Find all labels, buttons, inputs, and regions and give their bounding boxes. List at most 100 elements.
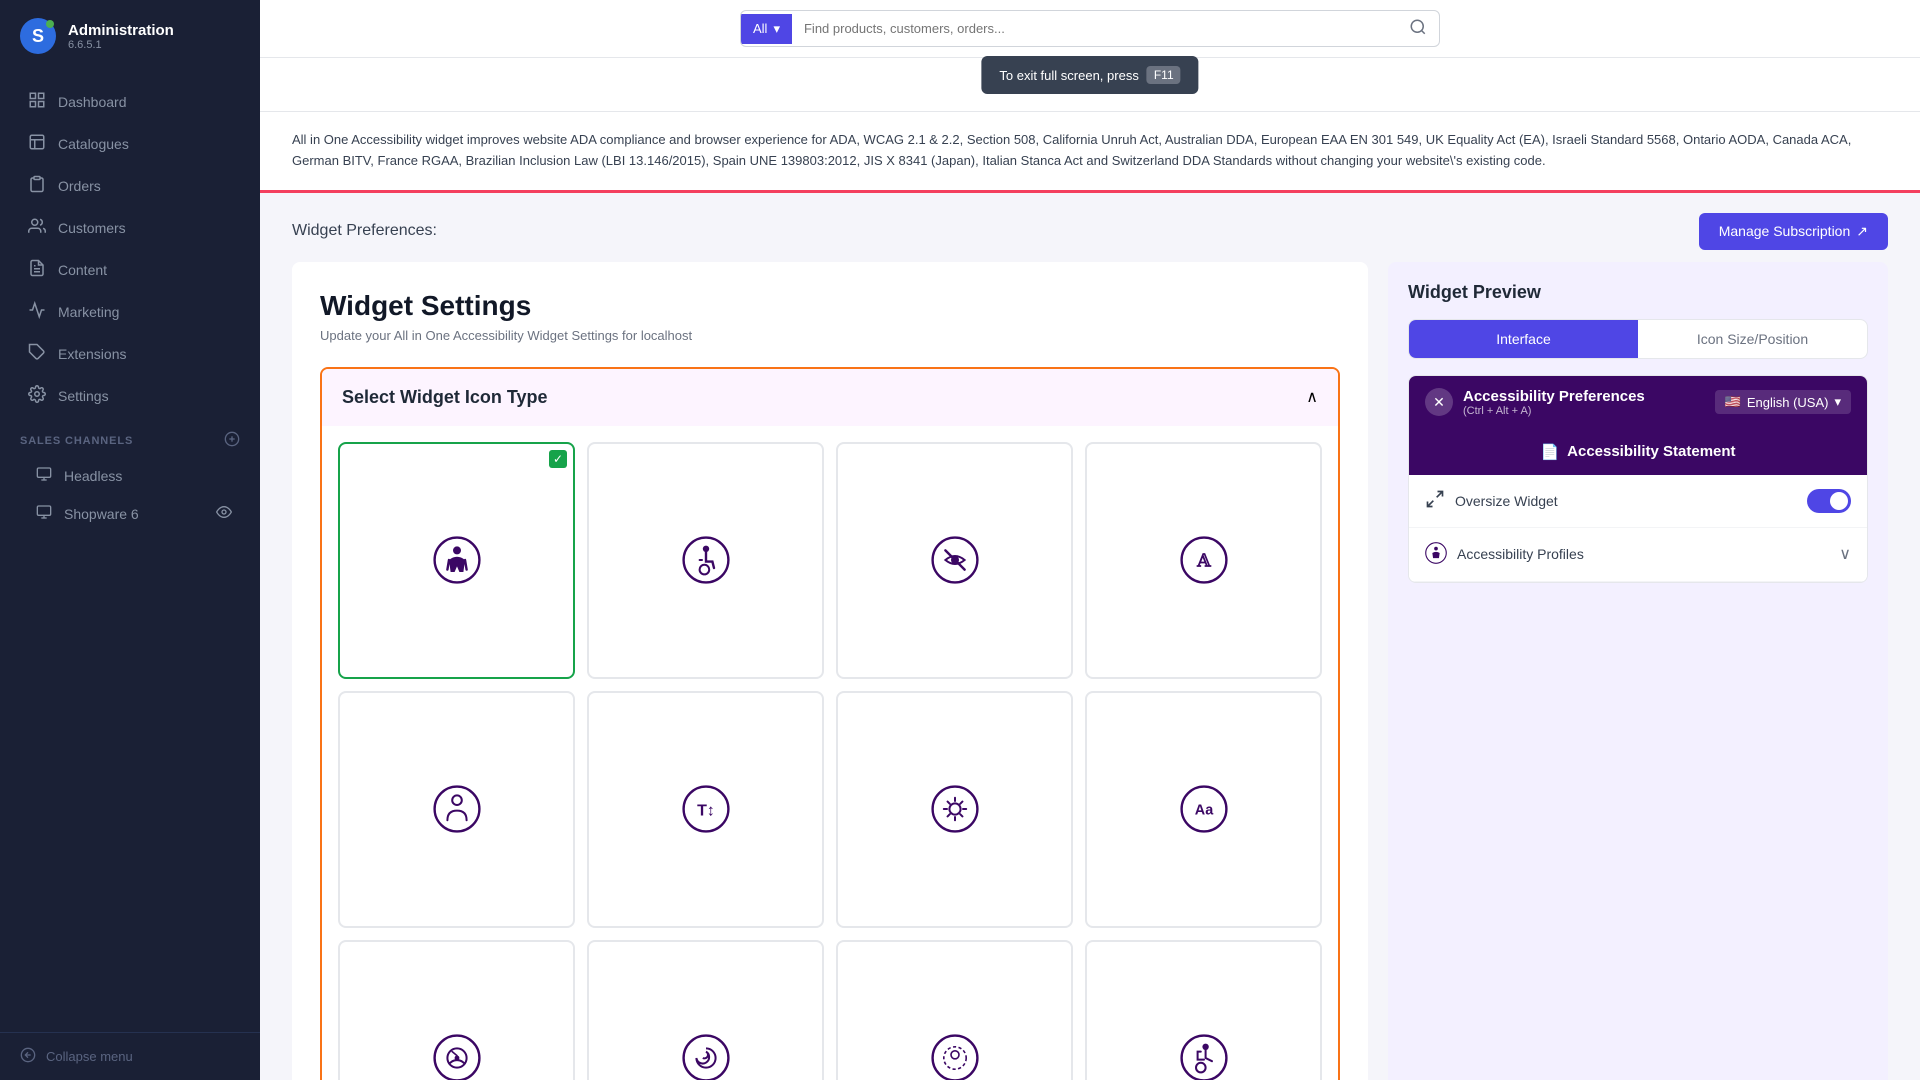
lang-label: English (USA) <box>1747 395 1829 410</box>
sidebar-item-catalogues[interactable]: Catalogues <box>8 123 252 164</box>
sidebar-item-label: Orders <box>58 178 101 194</box>
customers-icon <box>28 217 46 238</box>
sidebar-item-label: Content <box>58 262 107 278</box>
icon-option-8[interactable]: Aa <box>1085 691 1322 928</box>
search-bar: All ▾ <box>740 10 1440 47</box>
icon-option-9[interactable] <box>338 940 575 1080</box>
page-description: All in One Accessibility widget improves… <box>260 112 1920 193</box>
settings-icon <box>28 385 46 406</box>
add-sales-channel-icon[interactable] <box>224 431 240 450</box>
a11y-panel-header: ✕ Accessibility Preferences (Ctrl + Alt … <box>1409 376 1867 429</box>
sidebar-item-extensions[interactable]: Extensions <box>8 333 252 374</box>
icon-option-6[interactable]: T↕ <box>587 691 824 928</box>
app-name: Administration <box>68 22 174 39</box>
sidebar-item-label: Extensions <box>58 346 126 362</box>
headless-icon <box>36 466 52 485</box>
a11y-panel-title: Accessibility Preferences <box>1463 388 1645 405</box>
shopware-eye-icon <box>216 504 232 523</box>
widget-settings-card: Widget Settings Update your All in One A… <box>292 262 1368 1080</box>
icon-option-1[interactable]: ✓ <box>338 442 575 679</box>
sidebar-item-customers[interactable]: Customers <box>8 207 252 248</box>
icon-option-12[interactable] <box>1085 940 1322 1080</box>
sidebar-item-label: Marketing <box>58 304 119 320</box>
icon-grid: ✓ <box>338 442 1322 1080</box>
manage-subscription-label: Manage Subscription <box>1719 223 1851 239</box>
search-filter-button[interactable]: All ▾ <box>741 14 792 44</box>
sidebar-item-marketing[interactable]: Marketing <box>8 291 252 332</box>
lang-chevron-icon: ▾ <box>1834 394 1841 410</box>
chevron-down-icon: ▾ <box>773 21 780 37</box>
topbar: All ▾ To exit full screen, press F11 <box>260 0 1920 58</box>
external-link-icon: ↗ <box>1856 223 1868 240</box>
sidebar-item-content[interactable]: Content <box>8 249 252 290</box>
accordion-chevron-icon: ∧ <box>1306 387 1318 407</box>
preview-tabs: Interface Icon Size/Position <box>1408 319 1868 359</box>
shopware-icon <box>36 504 52 523</box>
search-submit-button[interactable] <box>1397 11 1439 46</box>
a11y-panel-shortcut: (Ctrl + Alt + A) <box>1463 405 1645 417</box>
tab-interface[interactable]: Interface <box>1409 320 1638 358</box>
svg-text:Aa: Aa <box>1194 803 1213 819</box>
sidebar-item-dashboard[interactable]: Dashboard <box>8 81 252 122</box>
sidebar-item-label: Headless <box>64 468 122 484</box>
accordion-header[interactable]: Select Widget Icon Type ∧ <box>322 369 1338 426</box>
sidebar-item-shopware6[interactable]: Shopware 6 <box>8 495 252 532</box>
a11y-close-button[interactable]: ✕ <box>1425 388 1453 416</box>
app-version: 6.6.5.1 <box>68 39 174 51</box>
main-area: All ▾ To exit full screen, press F11 All… <box>260 0 1920 1080</box>
icon-option-5[interactable] <box>338 691 575 928</box>
widget-settings-title: Widget Settings <box>320 290 1340 322</box>
catalogues-icon <box>28 133 46 154</box>
content-icon <box>28 259 46 280</box>
oversize-icon <box>1425 489 1445 512</box>
accessibility-statement-button[interactable]: 📄 Accessibility Statement <box>1409 429 1867 475</box>
tooltip-text: To exit full screen, press <box>999 68 1138 83</box>
sidebar-item-orders[interactable]: Orders <box>8 165 252 206</box>
sidebar-item-label: Catalogues <box>58 136 129 152</box>
oversize-widget-toggle[interactable] <box>1807 489 1851 513</box>
language-selector[interactable]: 🇺🇸 English (USA) ▾ <box>1715 390 1851 414</box>
filter-label: All <box>753 21 767 36</box>
tab-icon-size-position[interactable]: Icon Size/Position <box>1638 320 1867 358</box>
widget-preferences-label: Widget Preferences: <box>292 222 437 240</box>
statement-doc-icon: 📄 <box>1540 443 1559 461</box>
widget-settings-subtitle: Update your All in One Accessibility Wid… <box>320 328 1340 343</box>
content-area: All in One Accessibility All in One Acce… <box>260 58 1920 1080</box>
sidebar-item-headless[interactable]: Headless <box>8 457 252 494</box>
orders-icon <box>28 175 46 196</box>
accessibility-profiles-label: Accessibility Profiles <box>1425 542 1584 567</box>
widget-preview-title: Widget Preview <box>1408 282 1868 303</box>
flag-icon: 🇺🇸 <box>1725 394 1741 410</box>
statement-label: Accessibility Statement <box>1567 443 1735 460</box>
sidebar-header: S Administration 6.6.5.1 <box>0 0 260 72</box>
svg-text:T↕: T↕ <box>697 802 715 819</box>
sidebar-item-settings[interactable]: Settings <box>8 375 252 416</box>
collapse-icon <box>20 1047 36 1066</box>
search-input[interactable] <box>792 14 1397 43</box>
icon-option-3[interactable] <box>836 442 1073 679</box>
icon-type-accordion: Select Widget Icon Type ∧ ✓ <box>320 367 1340 1080</box>
sidebar-nav: Dashboard Catalogues Orders Customers <box>0 72 260 1032</box>
oversize-widget-row: Oversize Widget <box>1409 475 1867 528</box>
icon-option-10[interactable] <box>587 940 824 1080</box>
widget-preview-card: Widget Preview Interface Icon Size/Posit… <box>1388 262 1888 1080</box>
sidebar-item-label: Dashboard <box>58 94 127 110</box>
svg-text:𝔸: 𝔸 <box>1196 550 1212 570</box>
manage-subscription-button[interactable]: Manage Subscription ↗ <box>1699 213 1888 250</box>
tooltip-key: F11 <box>1147 66 1181 84</box>
profiles-chevron-icon[interactable]: ∨ <box>1839 544 1851 564</box>
icon-option-11[interactable] <box>836 940 1073 1080</box>
dashboard-icon <box>28 91 46 112</box>
selected-checkmark: ✓ <box>549 450 567 468</box>
accessibility-panel: ✕ Accessibility Preferences (Ctrl + Alt … <box>1408 375 1868 583</box>
accordion-body: ✓ <box>322 426 1338 1080</box>
a11y-panel-title-block: Accessibility Preferences (Ctrl + Alt + … <box>1463 388 1645 417</box>
icon-option-2[interactable] <box>587 442 824 679</box>
collapse-label: Collapse menu <box>46 1049 133 1064</box>
sidebar-item-label: Settings <box>58 388 109 404</box>
icon-option-4[interactable]: 𝔸 <box>1085 442 1322 679</box>
collapse-menu-button[interactable]: Collapse menu <box>0 1032 260 1080</box>
a11y-panel-header-left: ✕ Accessibility Preferences (Ctrl + Alt … <box>1425 388 1645 417</box>
icon-option-7[interactable] <box>836 691 1073 928</box>
app-info: Administration 6.6.5.1 <box>68 22 174 51</box>
